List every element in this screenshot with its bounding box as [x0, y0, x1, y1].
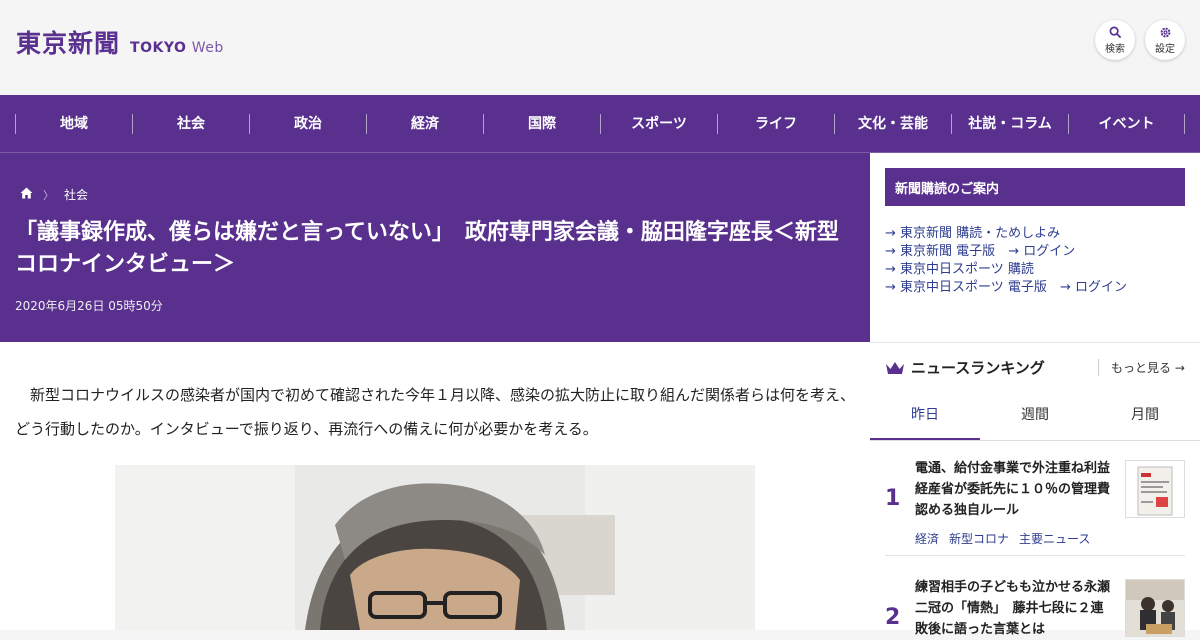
document-thumbnail [1126, 461, 1184, 517]
link-chunichi-digital-login[interactable]: ログイン [1075, 280, 1127, 295]
breadcrumb-home[interactable] [20, 187, 33, 202]
ranking-title-text[interactable]: 練習相手の子どもも泣かせる永瀬二冠の「情熱」 藤井七段に２連敗後に語った言葉とは [915, 577, 1115, 640]
article-date: 2020年6月26日 05時50分 [15, 299, 163, 313]
nav-item-chiiki[interactable]: 地域 [15, 113, 132, 134]
link-tokyo-subscribe[interactable]: 東京新聞 購読・ためしよみ [900, 226, 1060, 241]
home-icon [20, 187, 33, 199]
article-header: 〉 社会 「議事録作成、僕らは嫌だと言っていない」 政府専門家会議・脇田隆字座長… [0, 153, 870, 342]
ranking-number: 1 [885, 486, 901, 511]
tab-yesterday[interactable]: 昨日 [870, 391, 980, 440]
search-icon [1109, 26, 1121, 38]
ranking-number: 2 [885, 605, 901, 630]
nav-item-shasetsu[interactable]: 社説・コラム [951, 113, 1068, 134]
settings-button[interactable]: 設定 [1145, 20, 1185, 60]
logo-japanese: 東京新聞 [16, 29, 121, 58]
tag-link[interactable]: 新型コロナ [949, 530, 1009, 547]
nav-item-kokusai[interactable]: 国際 [483, 113, 600, 134]
main-nav: 地域 社会 政治 経済 国際 スポーツ ライフ 文化・芸能 社説・コラム イベン… [0, 95, 1200, 152]
ranking-divider [885, 555, 1185, 556]
tab-weekly[interactable]: 週間 [980, 391, 1090, 440]
ranking-tags: 経済 新型コロナ 主要ニュース [915, 530, 1090, 547]
ranking-title: ニュースランキング [911, 359, 1045, 377]
arrow-right-icon: → [885, 262, 896, 277]
link-chunichi-subscribe[interactable]: 東京中日スポーツ 購読 [900, 262, 1034, 277]
arrow-right-icon: → [885, 244, 896, 259]
settings-label: 設定 [1155, 43, 1175, 55]
article-lead: 新型コロナウイルスの感染者が国内で初めて確認された今年１月以降、感染の拡大防止に… [15, 386, 856, 438]
arrow-right-icon: → [1174, 361, 1185, 375]
sidebar: 新聞購読のご案内 → 東京新聞 購読・ためしよみ → 東京新聞 電子版 → ログ… [870, 153, 1200, 637]
nav-item-event[interactable]: イベント [1068, 113, 1185, 134]
arrow-right-icon: → [1008, 244, 1020, 259]
ranking-tabs: 昨日 週間 月間 [870, 391, 1200, 441]
nav-item-keizai[interactable]: 経済 [366, 113, 483, 134]
search-label: 検索 [1105, 43, 1125, 55]
nav-item-seiji[interactable]: 政治 [249, 113, 366, 134]
site-logo[interactable]: 東京新聞 TOKYO Web [16, 24, 224, 60]
ranking-more-label: もっと見る [1111, 361, 1172, 375]
link-tokyo-digital[interactable]: 東京新聞 電子版 [900, 244, 995, 259]
article-body: 新型コロナウイルスの感染者が国内で初めて確認された今年１月以降、感染の拡大防止に… [0, 342, 870, 630]
news-ranking: ニュースランキング もっと見る → 昨日 週間 月間 1 電通、給付金事業で外注… [870, 342, 1200, 637]
tag-link[interactable]: 経済 [915, 530, 939, 547]
nav-item-shakai[interactable]: 社会 [132, 113, 249, 134]
tag-link[interactable]: 主要ニュース [1019, 530, 1090, 547]
ranking-header: ニュースランキング [885, 357, 1045, 378]
subscription-link-row: → 東京中日スポーツ 電子版 → ログイン [885, 279, 1185, 297]
gear-icon [1160, 27, 1170, 37]
breadcrumb-separator: 〉 [43, 188, 54, 202]
subscription-link-row: → 東京新聞 購読・ためしよみ [885, 225, 1185, 243]
article-photo [115, 465, 755, 630]
subscription-links: → 東京新聞 購読・ためしよみ → 東京新聞 電子版 → ログイン → 東京中日… [885, 225, 1185, 297]
tab-monthly[interactable]: 月間 [1090, 391, 1200, 440]
interview-photo [115, 465, 755, 630]
search-button[interactable]: 検索 [1095, 20, 1135, 60]
arrow-right-icon: → [1059, 280, 1071, 295]
breadcrumb-section[interactable]: 社会 [64, 186, 88, 203]
article-title: 「議事録作成、僕らは嫌だと言っていない」 政府専門家会議・脇田隆字座長＜新型コロ… [15, 220, 839, 277]
ranking-thumbnail [1125, 579, 1185, 637]
subscription-link-row: → 東京新聞 電子版 → ログイン [885, 243, 1185, 261]
logo-english-bold: TOKYO [130, 40, 187, 56]
breadcrumb: 〉 社会 [20, 186, 88, 203]
nav-item-bunka[interactable]: 文化・芸能 [834, 113, 951, 134]
ranking-title-text[interactable]: 電通、給付金事業で外注重ね利益 経産省が委託先に１０％の管理費認める独自ルール [915, 458, 1123, 521]
logo-english: TOKYO Web [130, 40, 224, 56]
arrow-right-icon: → [885, 226, 896, 241]
ranking-thumbnail [1125, 460, 1185, 518]
arrow-right-icon: → [885, 280, 896, 295]
link-chunichi-digital[interactable]: 東京中日スポーツ 電子版 [900, 280, 1047, 295]
nav-item-life[interactable]: ライフ [717, 113, 834, 134]
crown-icon [886, 361, 904, 374]
subscription-title: 新聞購読のご案内 [885, 168, 1185, 206]
site-header: 東京新聞 TOKYO Web 検索 設定 [0, 0, 1200, 95]
shogi-photo-thumbnail [1126, 580, 1184, 636]
nav-item-sports[interactable]: スポーツ [600, 113, 717, 134]
logo-english-light: Web [191, 40, 224, 56]
subscription-link-row: → 東京中日スポーツ 購読 [885, 261, 1185, 279]
link-tokyo-digital-login[interactable]: ログイン [1023, 244, 1075, 259]
ranking-more-link[interactable]: もっと見る → [1098, 359, 1185, 376]
